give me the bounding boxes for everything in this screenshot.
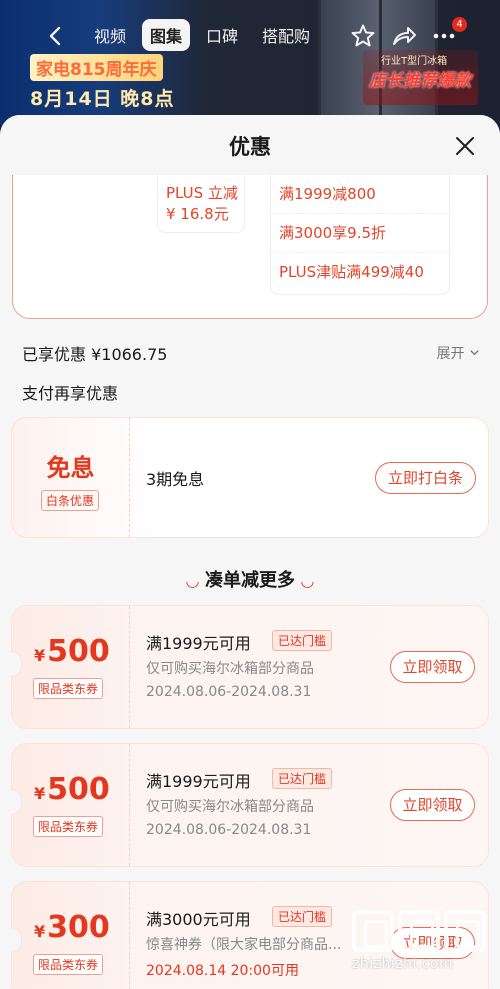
coupon-type-tag: 限品类东券 — [33, 678, 104, 699]
section-title: ◡ 凑单减更多 ◡ — [0, 566, 500, 592]
threshold-reached-badge: 已达门槛 — [272, 630, 333, 651]
threshold-reached-badge: 已达门槛 — [272, 906, 333, 927]
claim-coupon-button[interactable]: 立即领取 — [390, 651, 475, 683]
coupon-value-area: ¥500 限品类东券 — [12, 744, 130, 866]
promotion-rule: PLUS津贴满499减40 — [279, 263, 424, 281]
coupon-validity: 2024.08.06-2024.08.31 — [146, 684, 312, 700]
discount-sheet: 优惠 PLUS 立减 ¥ 16.8元 满1999减800 满3000享9.5折 … — [0, 115, 500, 989]
coupon-type-tag: 限品类东券 — [33, 954, 104, 975]
promo-banner: 家电815周年庆 8月14日 晚8点 全面开启 — [22, 48, 197, 125]
back-button[interactable] — [44, 24, 68, 48]
back-arrow-icon — [49, 26, 61, 46]
section-title-decor-left: ◡ — [186, 571, 199, 590]
recommend-badge: 行业T型门冰箱 店长推荐爆款 — [363, 50, 478, 105]
pay-more-heading: 支付再享优惠 — [22, 384, 119, 403]
star-icon — [351, 24, 375, 47]
coupon-amount: ¥500 — [34, 634, 110, 669]
threshold-reached-badge: 已达门槛 — [272, 768, 333, 789]
expand-label: 展开 — [436, 346, 465, 362]
tab-reviews[interactable]: 口碑 — [198, 19, 246, 51]
enjoyed-discount-total: 已享优惠 ¥1066.75 — [22, 345, 168, 364]
interest-free-text: 3期免息 — [146, 470, 205, 489]
sheet-header: 优惠 — [0, 115, 500, 175]
plus-discount-label: PLUS 立减 — [166, 184, 238, 202]
section-title-text: 凑单减更多 — [205, 570, 295, 591]
baitiao-pay-button[interactable]: 立即打白条 — [375, 462, 476, 494]
watermark-text: zhizhizhi.com — [352, 956, 454, 972]
tab-bundle[interactable]: 搭配购 — [254, 19, 318, 51]
close-icon — [456, 137, 474, 155]
currency-symbol: ¥ — [34, 922, 46, 941]
coupon-amount: ¥300 — [34, 910, 110, 945]
promotion-rule: 满3000享9.5折 — [271, 214, 449, 253]
product-gallery-header: 家电815周年庆 8月14日 晚8点 全面开启 行业T型门冰箱 店长推荐爆款 视… — [0, 0, 500, 125]
tab-gallery[interactable]: 图集 — [142, 19, 191, 51]
coupon-description: 惊喜神券（限大家电部分商品... — [146, 937, 342, 953]
favorite-button[interactable] — [349, 22, 377, 50]
recommend-badge-title: 店长推荐爆款 — [369, 71, 471, 91]
share-button[interactable] — [390, 22, 418, 50]
site-watermark: zhizhizhi.com — [352, 910, 492, 982]
coupon-value-area: ¥500 限品类东券 — [12, 606, 130, 728]
coupon-amount-value: 500 — [47, 772, 110, 807]
coupon-validity: 2024.08.14 20:00可用 — [146, 963, 299, 979]
plus-discount-value: ¥ 16.8元 — [166, 205, 229, 223]
promo-date-text: 8月14日 晚8点 — [30, 88, 175, 110]
recommend-badge-subtitle: 行业T型门冰箱 — [381, 56, 448, 67]
discount-breakdown-card: PLUS 立减 ¥ 16.8元 满1999减800 满3000享9.5折 PLU… — [12, 175, 488, 319]
coupon-amount-value: 500 — [47, 634, 110, 669]
coupon-validity: 2024.08.06-2024.08.31 — [146, 822, 312, 838]
coupon-card: ¥500 限品类东券 满1999元可用 已达门槛 仅可购买海尔冰箱部分商品 20… — [11, 743, 489, 867]
interest-free-card: 免息 白条优惠 3期免息 立即打白条 — [11, 417, 489, 538]
interest-free-left: 免息 白条优惠 — [12, 418, 130, 537]
plus-discount-box: PLUS 立减 ¥ 16.8元 — [157, 175, 245, 233]
close-button[interactable] — [454, 135, 476, 157]
currency-symbol: ¥ — [34, 646, 46, 665]
coupon-value-area: ¥300 限品类东券 — [12, 882, 130, 989]
expand-button[interactable]: 展开 — [437, 343, 480, 363]
currency-symbol: ¥ — [34, 784, 46, 803]
section-title-decor-right: ◡ — [301, 571, 314, 590]
coupon-condition: 满1999元可用 — [146, 772, 251, 791]
coupon-description: 仅可购买海尔冰箱部分商品 — [146, 661, 314, 677]
sheet-title: 优惠 — [229, 135, 271, 159]
coupon-type-tag: 限品类东券 — [33, 816, 104, 837]
coupon-condition: 满3000元可用 — [146, 910, 251, 929]
coupon-amount-value: 300 — [47, 910, 110, 945]
media-tabs: 视频 图集 口碑 搭配购 — [86, 19, 326, 51]
promotion-rules-list: 满1999减800 满3000享9.5折 PLUS津贴满499减40 — [270, 175, 450, 295]
coupon-card: ¥500 限品类东券 满1999元可用 已达门槛 仅可购买海尔冰箱部分商品 20… — [11, 605, 489, 729]
promotion-rule: 满1999减800 — [271, 175, 449, 214]
notification-count-badge: 4 — [452, 17, 467, 32]
interest-free-title: 免息 — [46, 454, 95, 482]
coupon-amount: ¥500 — [34, 772, 110, 807]
share-icon — [393, 27, 416, 45]
tab-video[interactable]: 视频 — [86, 19, 134, 51]
coupon-description: 仅可购买海尔冰箱部分商品 — [146, 799, 314, 815]
coupon-condition: 满1999元可用 — [146, 634, 251, 653]
promo-anniversary-text: 家电815周年庆 — [30, 54, 163, 81]
claim-coupon-button[interactable]: 立即领取 — [390, 789, 475, 821]
chevron-down-icon — [470, 350, 479, 356]
watermark-logo-icon — [352, 910, 492, 952]
interest-free-tag: 白条优惠 — [41, 490, 100, 511]
